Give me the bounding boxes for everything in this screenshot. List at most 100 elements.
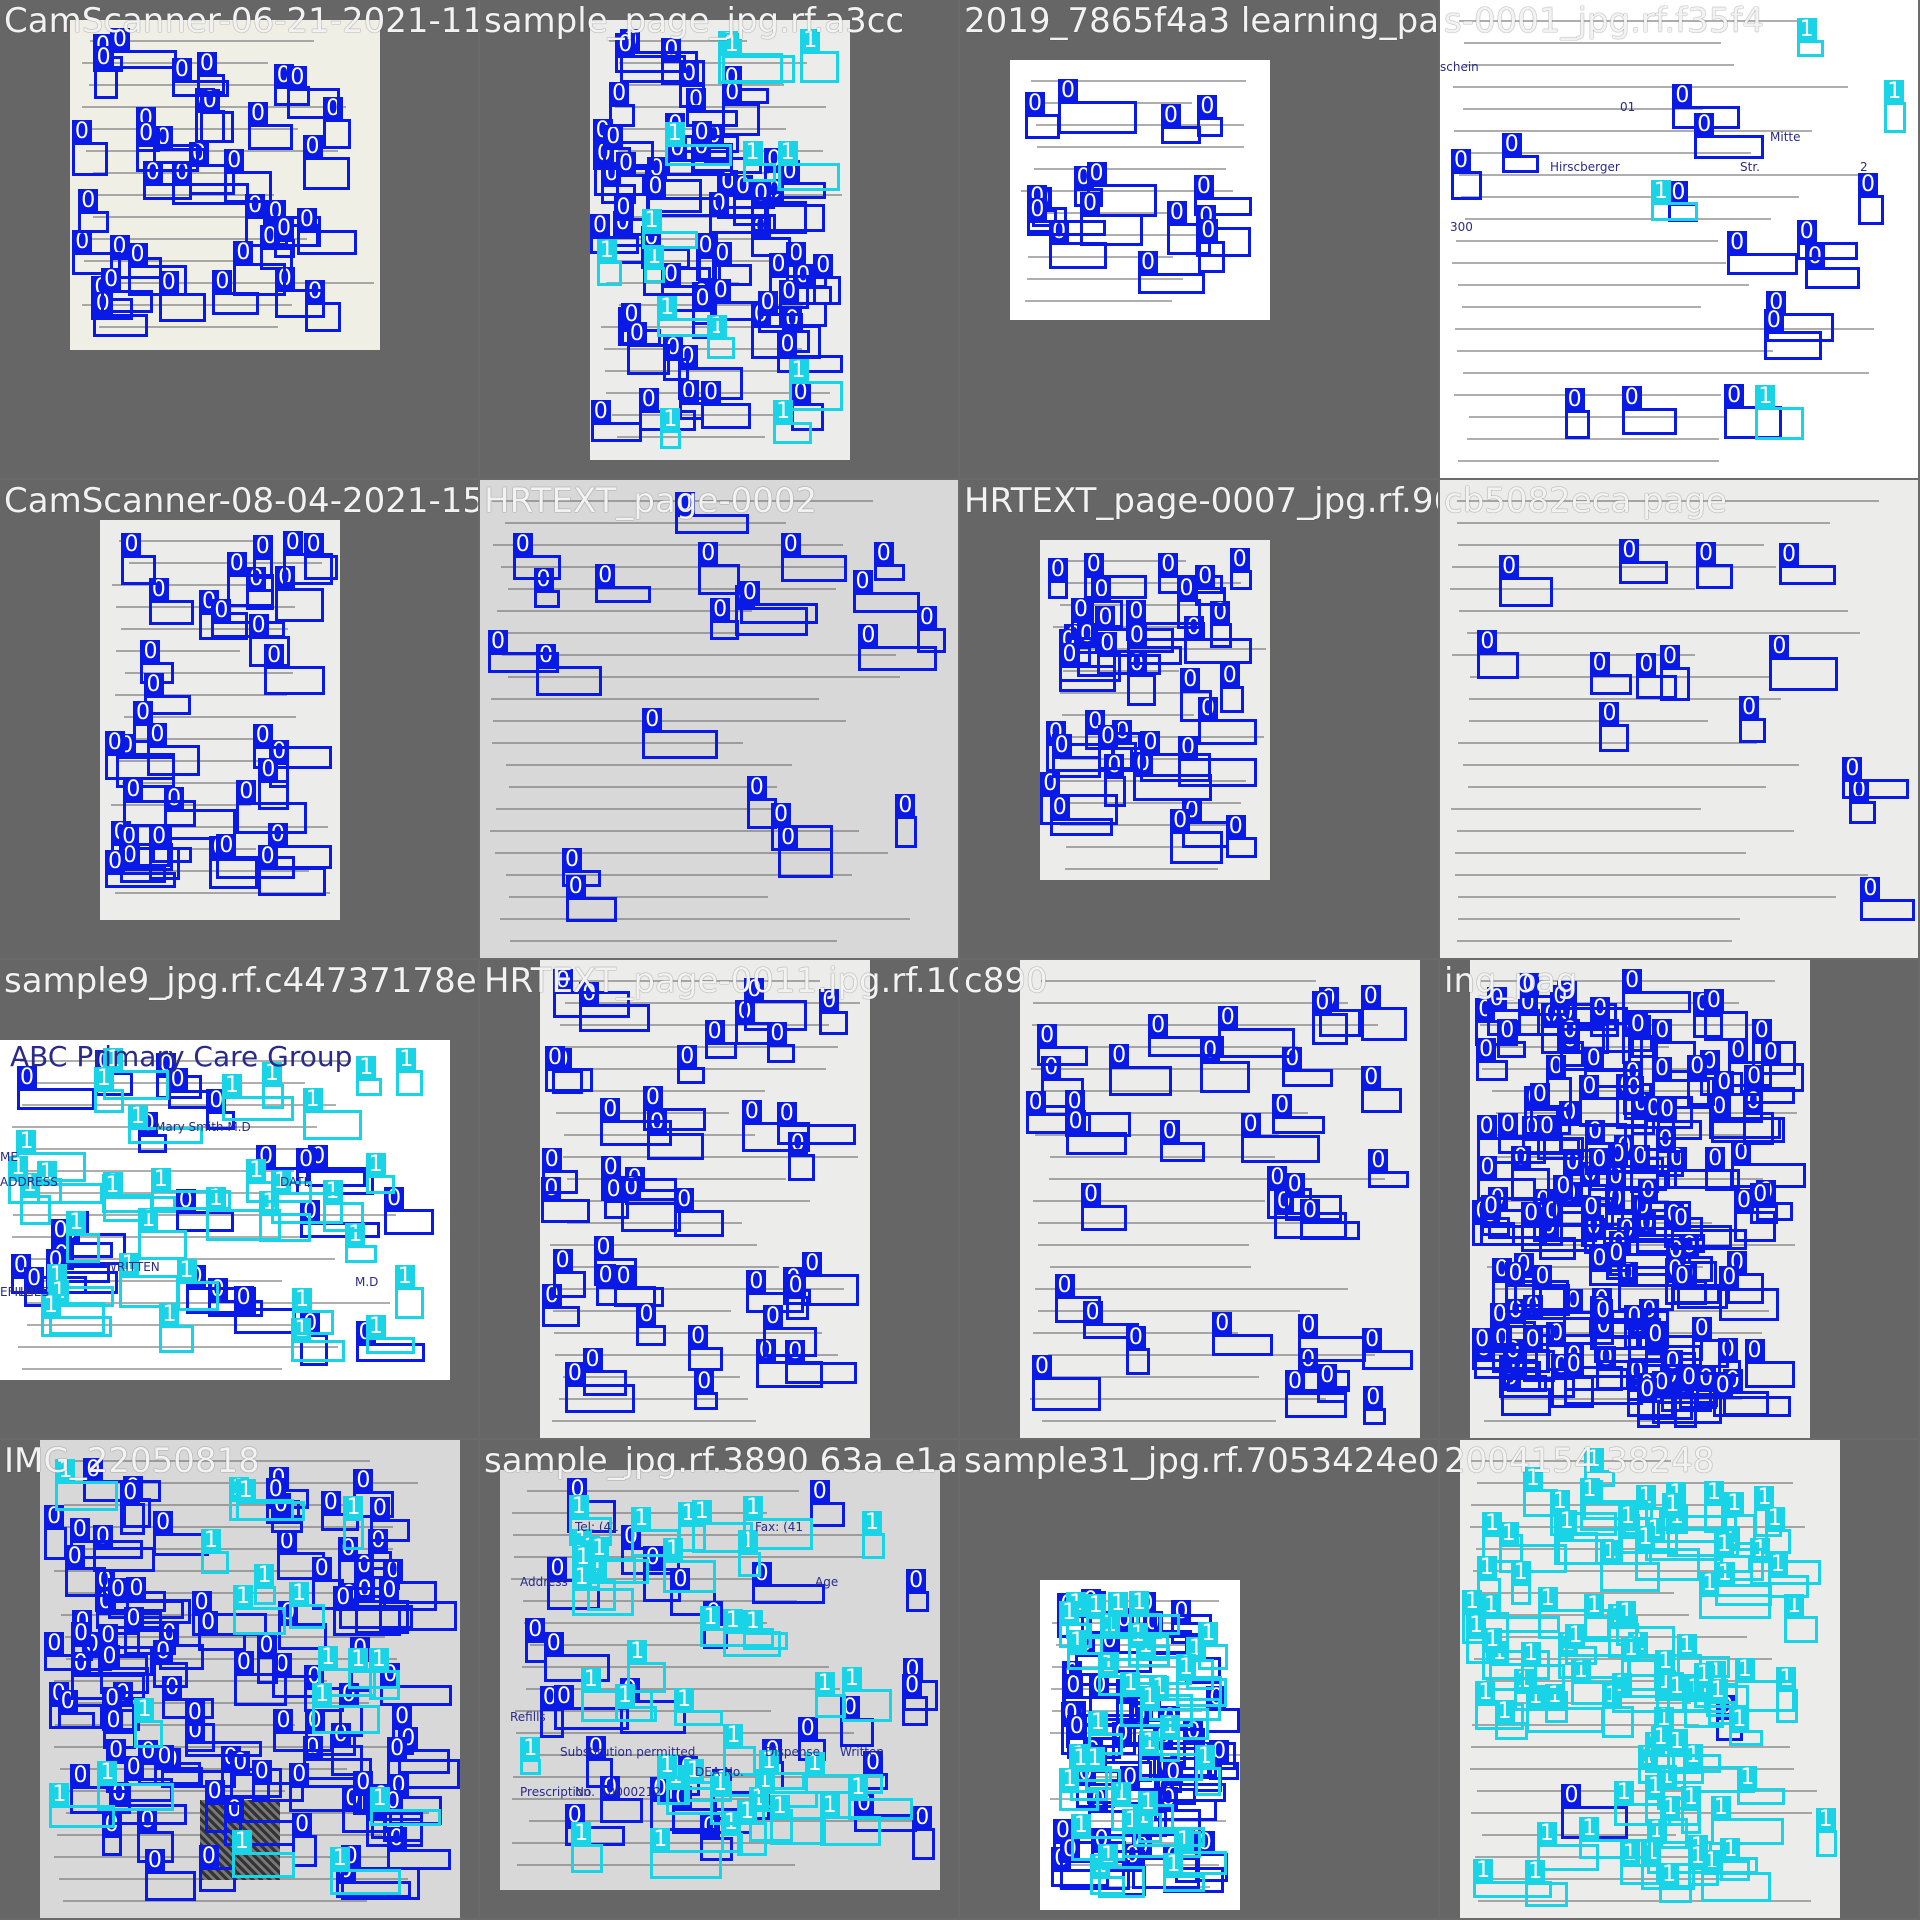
detection-box-printed: 1 (1584, 1593, 1639, 1642)
mosaic-tile: 0000000000000000000000000000000000000000… (480, 0, 958, 478)
detection-box-printed: 1 (664, 122, 733, 167)
class-id-tag: 0 (1097, 631, 1118, 656)
class-id-tag: 0 (741, 1099, 762, 1124)
detection-box-handwritten: 0 (1109, 1044, 1173, 1096)
detection-box-printed: 1 (1494, 1700, 1529, 1740)
tile-filename-label: HRTEXT_page-0007_jpg.rf.961864 (964, 481, 1438, 521)
handwriting-line (1033, 168, 1226, 170)
class-id-tag: 0 (1696, 542, 1717, 567)
class-id-tag: 0 (603, 1178, 624, 1203)
detection-box-printed: 1 (596, 239, 623, 287)
class-id-tag: 1 (614, 1683, 635, 1708)
handwriting-line (1458, 918, 1741, 920)
detection-box-handwritten: 0 (256, 1633, 278, 1684)
detection-box-printed: 1 (1163, 1852, 1205, 1893)
detection-box-printed: 1 (396, 1048, 423, 1096)
class-id-tag: 0 (1217, 1006, 1238, 1031)
detection-box-printed: 1 (289, 1582, 325, 1630)
detection-box-handwritten: 0 (785, 1273, 809, 1321)
detection-box-handwritten: 0 (688, 1325, 723, 1371)
detection-box-printed: 1 (1137, 1791, 1163, 1843)
class-id-tag: 1 (1734, 1658, 1755, 1683)
class-id-tag: 1 (134, 1698, 155, 1723)
detection-box-handwritten: 0 (1579, 1074, 1649, 1127)
mosaic-tile: 0000000000000000000000000000000000000000… (480, 960, 958, 1438)
class-id-tag: 1 (631, 1506, 652, 1531)
detection-box-handwritten: 0 (590, 399, 642, 442)
handwriting-line (62, 1900, 368, 1902)
tile-filename-label: 2019_7865f4a3 learning_page_jpg (964, 1, 1438, 41)
class-id-tag: 0 (768, 253, 789, 278)
class-id-tag: 0 (1703, 988, 1724, 1013)
printed-field-no: No. (575, 1785, 595, 1799)
class-id-tag: 0 (1660, 644, 1681, 669)
handwriting-line (1061, 714, 1195, 716)
detection-box-printed: 1 (737, 1529, 761, 1577)
detection-box-printed: 1 (1059, 1601, 1092, 1648)
handwriting-line (1463, 764, 1800, 766)
detection-box-handwritten: 0 (1070, 597, 1095, 640)
class-id-tag: 0 (525, 1617, 546, 1642)
detection-box-handwritten: 0 (1481, 1194, 1511, 1237)
detection-box-handwritten: 0 (287, 65, 340, 119)
detection-box-printed: 1 (631, 1506, 680, 1557)
detection-box-handwritten: 0 (1592, 1299, 1640, 1350)
detection-box-handwritten: 0 (198, 1845, 236, 1893)
class-id-tag: 0 (302, 134, 323, 159)
detection-box-handwritten: 0 (147, 722, 200, 777)
class-id-tag: 0 (1750, 1182, 1771, 1207)
class-id-tag: 0 (1166, 200, 1187, 225)
detection-box-printed: 1 (1570, 1658, 1618, 1706)
class-id-tag: 1 (664, 122, 685, 147)
detection-box-printed: 1 (721, 33, 795, 84)
class-id-tag: 1 (627, 1640, 648, 1665)
handwriting-line (1483, 1420, 1654, 1422)
class-id-tag: 1 (233, 1584, 254, 1609)
detection-box-printed: 1 (1059, 1768, 1099, 1812)
printed-field-dr-name: Mary Smith M.D (155, 1120, 251, 1134)
tile-filename-label: sample9_jpg.rf.c44737178e56 (4, 961, 478, 1001)
handwriting-line (1466, 438, 1719, 440)
class-id-tag: 0 (1195, 565, 1216, 590)
detection-box-handwritten: 0 (778, 826, 834, 879)
handwriting-line (1468, 720, 1709, 722)
detection-box-handwritten: 0 (1031, 1355, 1102, 1411)
handwriting-line (1042, 1420, 1277, 1422)
detection-box-handwritten: 0 (609, 82, 635, 127)
detection-box-handwritten: 0 (636, 1302, 666, 1347)
handwriting-line (1469, 416, 1725, 418)
class-id-tag: 0 (1579, 1074, 1600, 1099)
detection-box-printed: 1 (788, 358, 844, 411)
class-id-tag: 1 (356, 1056, 377, 1081)
handwriting-line (498, 632, 740, 634)
detection-box-printed: 1 (1108, 1591, 1180, 1636)
detection-box-handwritten: 0 (1709, 1095, 1782, 1139)
detection-box-handwritten: 0 (1712, 1374, 1791, 1417)
detection-box-handwritten: 0 (1589, 1247, 1630, 1287)
class-id-tag: 0 (1070, 597, 1091, 622)
handwriting-line (1451, 808, 1702, 810)
handwriting-line (1455, 874, 1868, 876)
detection-box-handwritten: 0 (1197, 94, 1224, 137)
handwriting-line (21, 1368, 282, 1370)
class-id-tag: 0 (353, 1469, 374, 1494)
detection-box-handwritten: 0 (1849, 778, 1877, 825)
class-id-tag: 1 (1724, 1491, 1745, 1516)
class-id-tag: 0 (636, 1302, 657, 1327)
class-id-tag: 0 (1198, 219, 1219, 244)
class-id-tag: 1 (571, 1566, 592, 1591)
tile-filename-label: HRTEXT_page-0011.jpg.rf.10978 (484, 961, 958, 1001)
class-id-tag: 1 (1473, 1858, 1494, 1883)
detection-box-handwritten: 0 (1225, 815, 1258, 859)
class-id-tag: 0 (1619, 539, 1640, 564)
class-id-tag: 0 (1769, 635, 1790, 660)
mosaic-tile: 000000000000000000000000000000000000HRTE… (960, 480, 1438, 958)
class-id-tag: 1 (788, 358, 809, 383)
class-id-tag: 0 (1037, 1024, 1058, 1049)
handwriting-line (491, 698, 820, 700)
class-id-tag: 0 (1727, 231, 1748, 256)
class-id-tag: 0 (1272, 1094, 1293, 1119)
detection-box-printed: 1 (1662, 1492, 1737, 1532)
class-id-tag: 1 (1687, 1845, 1708, 1870)
detection-box-printed: 1 (1556, 1510, 1598, 1566)
